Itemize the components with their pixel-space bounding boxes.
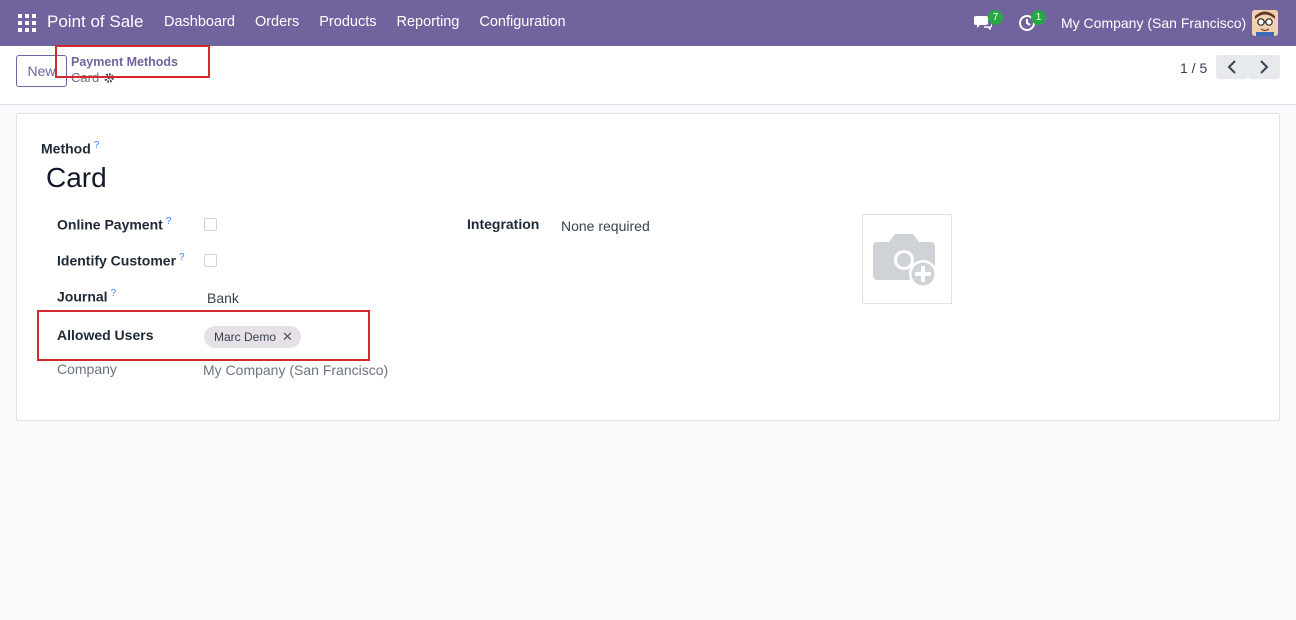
menu-item-orders[interactable]: Orders bbox=[255, 14, 299, 30]
activity-count-badge: 1 bbox=[1031, 10, 1046, 25]
pager-value[interactable]: 1 / 5 bbox=[1180, 60, 1207, 76]
app-brand[interactable]: Point of Sale bbox=[47, 12, 143, 32]
identify-customer-label: Identify Customer? bbox=[57, 252, 185, 269]
pager-next-button[interactable] bbox=[1248, 55, 1280, 79]
journal-field[interactable]: Bank bbox=[207, 290, 239, 306]
menu-item-products[interactable]: Products bbox=[319, 14, 376, 30]
camera-add-icon bbox=[873, 234, 937, 288]
integration-field[interactable]: None required bbox=[561, 218, 650, 234]
menu-item-configuration[interactable]: Configuration bbox=[479, 14, 565, 30]
identify-customer-label-text: Identify Customer bbox=[57, 252, 177, 269]
online-payment-checkbox[interactable] bbox=[204, 218, 217, 231]
pager-previous-button[interactable] bbox=[1216, 55, 1248, 79]
allowed-users-highlight-box bbox=[37, 310, 370, 361]
main-menu: Dashboard Orders Products Reporting Conf… bbox=[164, 14, 586, 30]
menu-item-reporting[interactable]: Reporting bbox=[397, 14, 460, 30]
help-tooltip-mark[interactable]: ? bbox=[111, 288, 117, 299]
user-avatar[interactable] bbox=[1252, 10, 1278, 36]
journal-label-text: Journal bbox=[57, 288, 108, 305]
company-field[interactable]: My Company (San Francisco) bbox=[203, 362, 388, 378]
help-tooltip-mark[interactable]: ? bbox=[166, 216, 172, 227]
image-upload-field[interactable] bbox=[862, 214, 952, 304]
method-label-text: Method bbox=[41, 140, 91, 157]
method-label: Method? bbox=[41, 140, 99, 157]
form-sheet: Method? Card Online Payment? Identify Cu… bbox=[16, 113, 1280, 421]
menu-item-dashboard[interactable]: Dashboard bbox=[164, 14, 235, 30]
chevron-right-icon bbox=[1260, 60, 1269, 74]
top-navbar: Point of Sale Dashboard Orders Products … bbox=[0, 0, 1296, 46]
help-tooltip-mark[interactable]: ? bbox=[94, 140, 100, 151]
method-name-field[interactable]: Card bbox=[46, 162, 107, 194]
company-label: Company bbox=[57, 361, 117, 377]
chevron-left-icon bbox=[1227, 60, 1236, 74]
breadcrumb-highlight-box bbox=[55, 45, 210, 78]
integration-label: Integration bbox=[467, 216, 540, 232]
identify-customer-checkbox[interactable] bbox=[204, 254, 217, 267]
help-tooltip-mark[interactable]: ? bbox=[179, 252, 185, 263]
chat-count-badge: 7 bbox=[988, 10, 1003, 25]
company-switcher[interactable]: My Company (San Francisco) bbox=[1061, 15, 1246, 31]
online-payment-label-text: Online Payment bbox=[57, 216, 163, 233]
online-payment-label: Online Payment? bbox=[57, 216, 171, 233]
apps-grid-icon[interactable] bbox=[18, 14, 36, 32]
journal-label: Journal? bbox=[57, 288, 116, 305]
